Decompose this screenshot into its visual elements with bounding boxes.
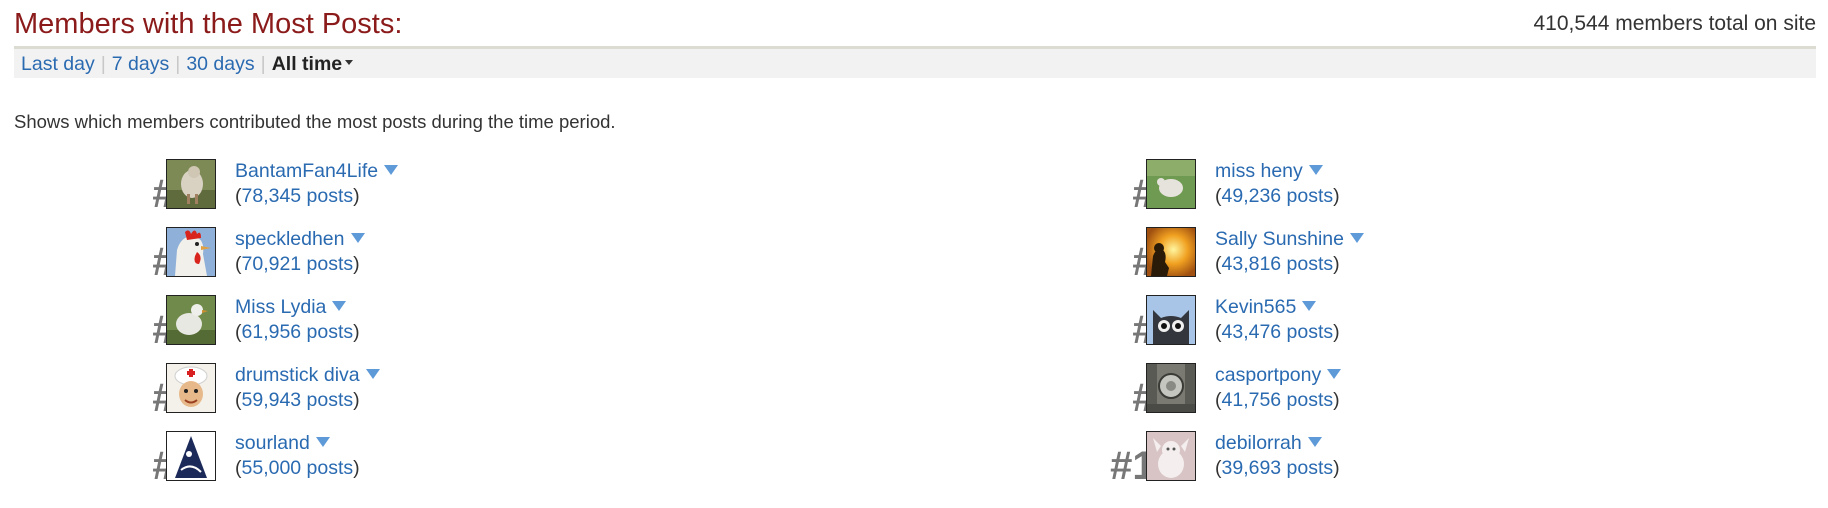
post-count: (78,345 posts) [235, 184, 360, 208]
post-count: (41,756 posts) [1215, 388, 1340, 412]
paren: ) [353, 457, 360, 479]
post-count: (39,693 posts) [1215, 456, 1340, 480]
leaderboard-column-right: #6. miss heny (49,236 posts) #7. [1040, 156, 1540, 496]
leaderboard-entry: #10. debilorrah (39,693 posts) [1040, 428, 1540, 496]
leaderboard-entry: #5. sourland (55,000 posts) [60, 428, 560, 496]
tab-separator: | [175, 53, 181, 75]
member-name: casportpony [1215, 364, 1322, 386]
page-description: Shows which members contributed the most… [14, 111, 616, 132]
post-count-link[interactable]: 39,693 posts [1222, 457, 1334, 479]
post-count-link[interactable]: 41,756 posts [1222, 389, 1334, 411]
tab-30-days[interactable]: 30 days [186, 53, 254, 75]
dropdown-caret-icon[interactable] [1308, 164, 1323, 175]
member-name: Sally Sunshine [1215, 228, 1344, 250]
post-count-link[interactable]: 61,956 posts [242, 321, 354, 343]
member-name: sourland [235, 432, 310, 454]
member-name: BantamFan4Life [235, 160, 379, 182]
avatar[interactable] [166, 227, 216, 277]
dropdown-caret-icon[interactable] [1307, 436, 1322, 447]
time-period-tabbar: Last day | 7 days | 30 days | All time [14, 46, 1816, 78]
tab-7-days[interactable]: 7 days [112, 53, 169, 75]
member-name-link[interactable]: drumstick diva [235, 363, 380, 387]
member-name-link[interactable]: casportpony [1215, 363, 1342, 387]
post-count-link[interactable]: 43,816 posts [1222, 253, 1334, 275]
tab-separator: | [100, 53, 106, 75]
post-count-link[interactable]: 49,236 posts [1222, 185, 1334, 207]
paren: ) [1333, 253, 1340, 275]
tab-all-time[interactable]: All time [271, 53, 354, 75]
member-name: miss heny [1215, 160, 1303, 182]
leaderboard-entry: #6. miss heny (49,236 posts) [1040, 156, 1540, 224]
post-count-link[interactable]: 55,000 posts [242, 457, 354, 479]
caret-down-icon[interactable] [345, 60, 354, 66]
avatar[interactable] [166, 159, 216, 209]
avatar[interactable] [1146, 431, 1196, 481]
member-name-link[interactable]: BantamFan4Life [235, 159, 399, 183]
dropdown-caret-icon[interactable] [1350, 232, 1364, 243]
leaderboard-entry: #9. casportpony (41,756 posts) [1040, 360, 1540, 428]
post-count: (49,236 posts) [1215, 184, 1340, 208]
post-count-link[interactable]: 59,943 posts [242, 389, 354, 411]
dropdown-caret-icon[interactable] [1327, 368, 1342, 379]
member-name-link[interactable]: speckledhen [235, 227, 365, 251]
post-count: (59,943 posts) [235, 388, 360, 412]
post-count-link[interactable]: 43,476 posts [1222, 321, 1334, 343]
leaderboard-entry: #3. Miss Lydia (61,956 posts) [60, 292, 560, 360]
member-name: speckledhen [235, 228, 345, 250]
post-count: (43,476 posts) [1215, 320, 1340, 344]
time-period-tabs: Last day | 7 days | 30 days | All time [21, 52, 354, 76]
paren: ) [353, 389, 360, 411]
dropdown-caret-icon[interactable] [1302, 300, 1317, 311]
dropdown-caret-icon[interactable] [332, 300, 347, 311]
avatar[interactable] [166, 295, 216, 345]
paren: ) [353, 253, 360, 275]
paren: ) [353, 321, 360, 343]
dropdown-caret-icon[interactable] [384, 164, 399, 175]
leaderboard-column-left: #1. BantamFan4Life (78,345 posts) #2. [60, 156, 560, 496]
avatar[interactable] [166, 363, 216, 413]
tab-all-time-label: All time [271, 53, 343, 75]
post-count: (70,921 posts) [235, 252, 360, 276]
member-name-link[interactable]: Miss Lydia [235, 295, 347, 319]
avatar[interactable] [1146, 295, 1196, 345]
tab-separator: | [260, 53, 266, 75]
member-name: Kevin565 [1215, 296, 1297, 318]
paren: ) [1333, 457, 1340, 479]
member-name: debilorrah [1215, 432, 1302, 454]
avatar[interactable] [1146, 363, 1196, 413]
paren: ) [353, 185, 360, 207]
avatar[interactable] [1146, 159, 1196, 209]
avatar[interactable] [166, 431, 216, 481]
leaderboard-entry: #2. speckledhen (70,921 posts) [60, 224, 560, 292]
leaderboard-entry: #4. drumstick diva (59,943 posts) [60, 360, 560, 428]
member-name-link[interactable]: debilorrah [1215, 431, 1322, 455]
paren: ) [1333, 185, 1340, 207]
avatar[interactable] [1146, 227, 1196, 277]
post-count-link[interactable]: 78,345 posts [242, 185, 354, 207]
member-name: Miss Lydia [235, 296, 327, 318]
leaderboard-entry: #8. Kevin565 (43,476 posts) [1040, 292, 1540, 360]
member-name-link[interactable]: sourland [235, 431, 330, 455]
post-count-link[interactable]: 70,921 posts [242, 253, 354, 275]
dropdown-caret-icon[interactable] [365, 368, 380, 379]
leaderboard-entry: #1. BantamFan4Life (78,345 posts) [60, 156, 560, 224]
member-name-link[interactable]: Sally Sunshine [1215, 227, 1364, 251]
dropdown-caret-icon[interactable] [315, 436, 330, 447]
page-title: Members with the Most Posts: [14, 8, 403, 40]
dropdown-caret-icon[interactable] [350, 232, 365, 243]
members-total: 410,544 members total on site [1533, 12, 1817, 35]
paren: ) [1333, 389, 1340, 411]
post-count: (43,816 posts) [1215, 252, 1340, 276]
member-name-link[interactable]: Kevin565 [1215, 295, 1317, 319]
post-count: (61,956 posts) [235, 320, 360, 344]
paren: ) [1333, 321, 1340, 343]
member-name-link[interactable]: miss heny [1215, 159, 1323, 183]
member-name: drumstick diva [235, 364, 360, 386]
tab-last-day[interactable]: Last day [21, 53, 95, 75]
page: Members with the Most Posts: 410,544 mem… [0, 0, 1828, 508]
post-count: (55,000 posts) [235, 456, 360, 480]
leaderboard-entry: #7. Sally Sunshine (43,816 pos [1040, 224, 1540, 292]
